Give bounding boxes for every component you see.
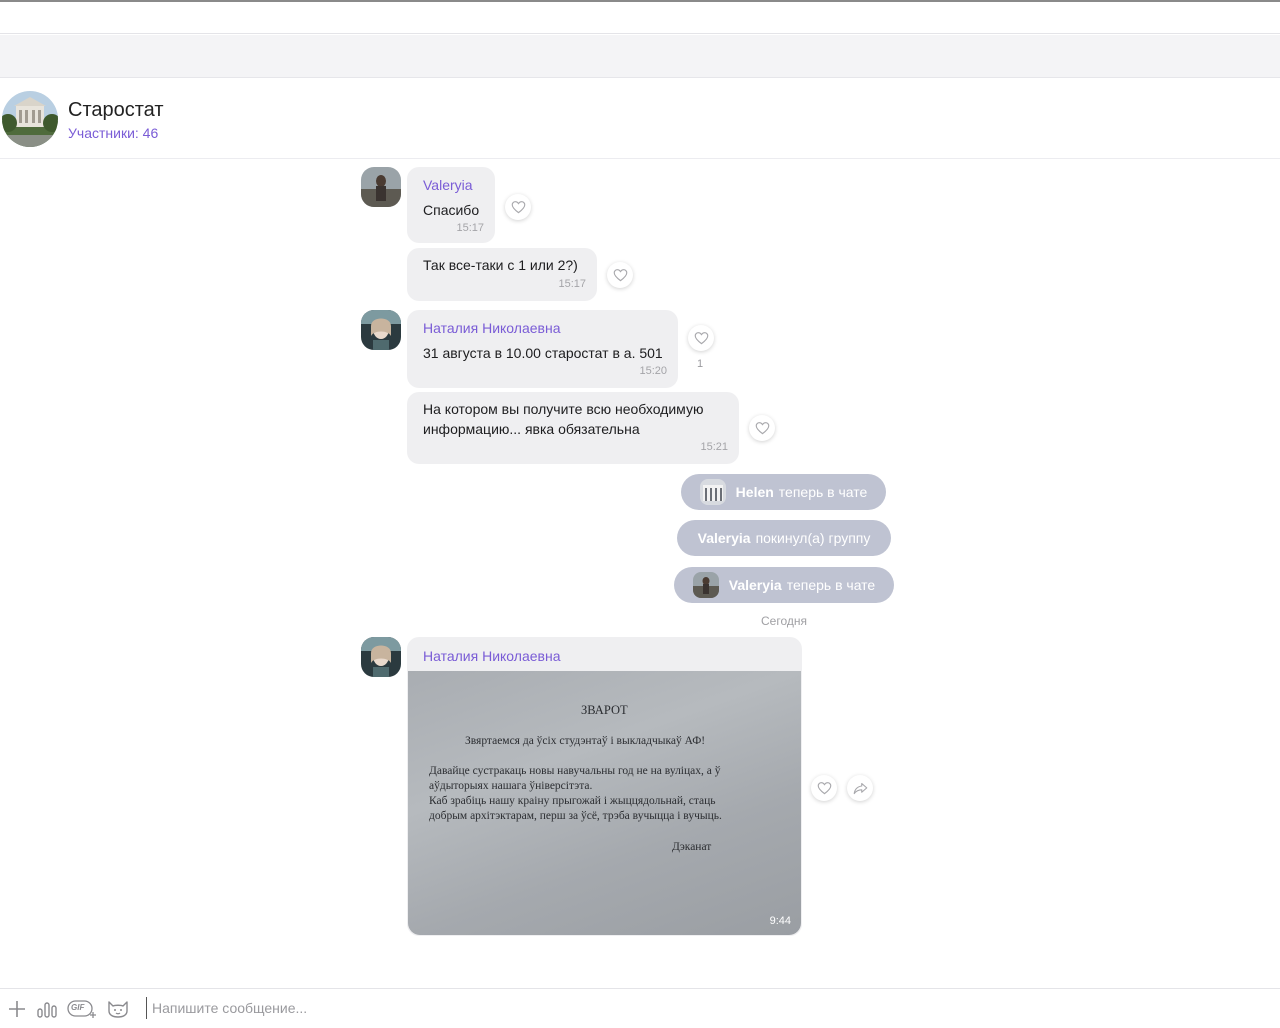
message-text-line2: информацию... явка обязательна bbox=[423, 421, 640, 437]
heart-icon bbox=[613, 269, 627, 282]
system-user-name[interactable]: Valeryia bbox=[729, 577, 782, 593]
avatar-valeryia[interactable] bbox=[361, 167, 401, 207]
avatar-valeryia-small[interactable] bbox=[692, 572, 719, 598]
system-user-name[interactable]: Valeryia bbox=[698, 530, 751, 546]
cat-sticker-icon bbox=[108, 1001, 128, 1018]
avatar-natalia[interactable] bbox=[361, 310, 401, 350]
attach-button[interactable] bbox=[6, 997, 28, 1021]
doc-line: Звяртаемся да ўсіх студэнтаў і выкладчык… bbox=[465, 735, 706, 747]
doc-title: ЗВАРОТ bbox=[581, 703, 628, 717]
chat-title: Старостат bbox=[68, 99, 164, 121]
attached-photo[interactable]: ЗВАРОТ Звяртаемся да ўсіх студэнтаў і вы… bbox=[408, 671, 801, 935]
message-time: 15:17 bbox=[558, 278, 586, 290]
poll-button[interactable] bbox=[35, 997, 59, 1021]
doc-line: добрым архітэктарам, перш за ўсё, трэба … bbox=[429, 810, 722, 822]
like-button[interactable] bbox=[505, 194, 531, 220]
message-time: 15:21 bbox=[700, 441, 728, 453]
system-message: Valeryia покинул(а) группу bbox=[677, 520, 891, 556]
heart-icon bbox=[511, 201, 525, 214]
system-text: теперь в чате bbox=[786, 577, 876, 593]
like-button[interactable] bbox=[688, 325, 714, 351]
plus-icon bbox=[9, 1001, 25, 1017]
sender-name[interactable]: Наталия Николаевна bbox=[423, 648, 560, 664]
sender-name[interactable]: Valeryia bbox=[423, 177, 473, 193]
doc-line: Каб зрабіць нашу краіну прыгожай і жыцця… bbox=[429, 795, 716, 807]
heart-icon bbox=[694, 332, 708, 345]
message-bubble[interactable]: Valeryia Спасибо 15:17 bbox=[407, 167, 495, 243]
avatar-helen[interactable] bbox=[699, 479, 726, 505]
doc-line: Давайце сустракаць новы навучальны год н… bbox=[429, 765, 721, 777]
group-avatar[interactable] bbox=[2, 91, 58, 147]
heart-icon bbox=[817, 782, 831, 795]
toolbar-strip bbox=[0, 35, 1280, 78]
message-text: Так все-таки с 1 или 2?) bbox=[423, 257, 578, 273]
sender-name[interactable]: Наталия Николаевна bbox=[423, 320, 560, 336]
chat-header[interactable]: Старостат Участники: 46 bbox=[0, 79, 1280, 159]
doc-line: аўдыторыях нашага ўніверсітэта. bbox=[429, 780, 593, 792]
poll-icon bbox=[37, 1002, 57, 1018]
message-bubble[interactable]: Наталия Николаевна 31 августа в 10.00 ст… bbox=[407, 310, 678, 388]
composer-bar: GIF Напишите сообщение... bbox=[0, 988, 1280, 1028]
share-button[interactable] bbox=[847, 775, 873, 801]
avatar-natalia[interactable] bbox=[361, 637, 401, 677]
like-button[interactable] bbox=[749, 415, 775, 441]
system-message: Helen теперь в чате bbox=[681, 474, 886, 510]
message-text: Спасибо bbox=[423, 202, 480, 218]
gif-button[interactable]: GIF bbox=[67, 997, 97, 1021]
message-bubble[interactable]: Так все-таки с 1 или 2?) 15:17 bbox=[407, 248, 597, 301]
message-input[interactable]: Напишите сообщение... bbox=[146, 997, 746, 1019]
heart-icon bbox=[755, 422, 769, 435]
like-button[interactable] bbox=[811, 775, 837, 801]
message-text: 31 августа в 10.00 старостат в а. 501 bbox=[423, 345, 663, 361]
message-time: 15:17 bbox=[456, 222, 484, 234]
top-bar bbox=[0, 2, 1280, 34]
message-bubble[interactable]: На котором вы получите всю необходимую и… bbox=[407, 392, 739, 464]
message-time: 9:44 bbox=[769, 915, 791, 927]
sticker-button[interactable] bbox=[106, 997, 130, 1021]
system-text: теперь в чате bbox=[778, 484, 868, 500]
message-text-line1: На котором вы получите всю необходимую bbox=[423, 401, 704, 417]
system-text: покинул(а) группу bbox=[755, 530, 871, 546]
members-count[interactable]: Участники: 46 bbox=[68, 125, 158, 141]
system-user-name[interactable]: Helen bbox=[736, 484, 774, 500]
photo-message[interactable]: Наталия Николаевна ЗВАРОТ Звяртаемся да … bbox=[407, 637, 802, 936]
doc-signature: Дэканат bbox=[672, 841, 712, 853]
like-button[interactable] bbox=[607, 262, 633, 288]
like-count: 1 bbox=[697, 358, 704, 370]
system-message: Valeryia теперь в чате bbox=[674, 567, 894, 603]
share-arrow-icon bbox=[853, 782, 867, 794]
message-time: 15:20 bbox=[639, 365, 667, 377]
gif-label: GIF bbox=[71, 1003, 85, 1012]
date-separator: Сегодня bbox=[761, 614, 807, 628]
